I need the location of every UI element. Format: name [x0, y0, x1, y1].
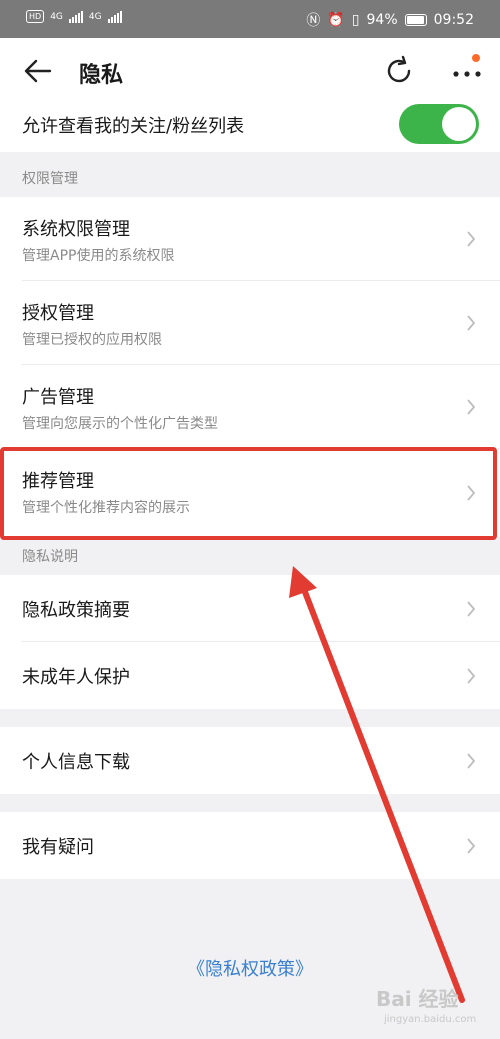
list-item-subtitle: 管理已授权的应用权限 — [22, 332, 162, 348]
list-item-subtitle: 管理APP使用的系统权限 — [22, 248, 175, 264]
status-left: HD 4G 4G — [26, 10, 122, 23]
chevron-right-icon — [467, 231, 476, 247]
battery-icon — [404, 14, 427, 26]
chevron-right-icon — [467, 315, 476, 331]
list-item-title: 广告管理 — [22, 387, 94, 408]
list-item-title: 系统权限管理 — [22, 219, 130, 240]
list-item-title: 个人信息下载 — [22, 752, 130, 773]
chevron-right-icon — [467, 485, 476, 501]
list-item-subtitle: 管理向您展示的个性化广告类型 — [22, 416, 218, 432]
signal-icon-2 — [107, 10, 122, 23]
vibrate-icon: ▯ — [351, 12, 360, 28]
signal-icon-1 — [68, 10, 83, 23]
signal-label-2: 4G — [88, 11, 102, 22]
list-item-info-download[interactable]: 个人信息下载 — [0, 727, 500, 794]
status-right: Ⓝ ⏰ ▯ 94% 09:52 — [306, 10, 474, 30]
follow-list-toggle-label: 允许查看我的关注/粉丝列表 — [22, 116, 245, 137]
toggle-knob — [442, 107, 476, 141]
chevron-right-icon — [467, 838, 476, 854]
list-item-minor-protection[interactable]: 未成年人保护 — [0, 642, 500, 709]
follow-list-toggle[interactable] — [399, 104, 479, 144]
more-button[interactable] — [450, 54, 484, 86]
back-arrow-icon[interactable] — [22, 55, 54, 87]
signal-label-1: 4G — [50, 11, 63, 22]
list-item-ads[interactable]: 广告管理 管理向您展示的个性化广告类型 — [0, 365, 500, 449]
list-item-title: 授权管理 — [22, 303, 94, 324]
app-bar: 隐私 — [0, 38, 500, 104]
chevron-right-icon — [467, 753, 476, 769]
section-header-privacy: 隐私说明 — [22, 549, 78, 565]
status-bar: HD 4G 4G Ⓝ ⏰ ▯ 94% 09:52 — [0, 0, 500, 38]
chevron-right-icon — [467, 399, 476, 415]
list-item-privacy-summary[interactable]: 隐私政策摘要 — [0, 575, 500, 642]
list-item-title: 我有疑问 — [22, 837, 94, 858]
page-title: 隐私 — [79, 63, 124, 88]
watermark-url: jingyan.baidu.com — [384, 1014, 477, 1025]
list-item-authorization[interactable]: 授权管理 管理已授权的应用权限 — [0, 281, 500, 365]
alarm-icon: ⏰ — [327, 12, 345, 28]
nfc-icon: Ⓝ — [306, 13, 321, 29]
section-header-permissions: 权限管理 — [22, 171, 78, 187]
chevron-right-icon — [467, 668, 476, 684]
list-item-subtitle: 管理个性化推荐内容的展示 — [22, 500, 190, 516]
hd-badge: HD — [26, 10, 45, 23]
notification-dot — [472, 54, 480, 62]
chevron-right-icon — [467, 601, 476, 617]
list-item-questions[interactable]: 我有疑问 — [0, 812, 500, 879]
list-item-title: 推荐管理 — [22, 471, 94, 492]
more-dots-icon — [453, 71, 481, 77]
list-item-recommendations[interactable]: 推荐管理 管理个性化推荐内容的展示 — [0, 449, 500, 537]
privacy-policy-link[interactable]: 《隐私权政策》 — [0, 955, 500, 981]
list-item-title: 隐私政策摘要 — [22, 600, 130, 621]
battery-percent: 94% — [366, 12, 398, 28]
list-item-title: 未成年人保护 — [22, 667, 130, 688]
status-time: 09:52 — [433, 12, 474, 28]
list-item-system-permissions[interactable]: 系统权限管理 管理APP使用的系统权限 — [0, 197, 500, 281]
watermark-logo: Bai 经验 — [376, 987, 459, 1011]
refresh-icon[interactable] — [383, 55, 415, 87]
